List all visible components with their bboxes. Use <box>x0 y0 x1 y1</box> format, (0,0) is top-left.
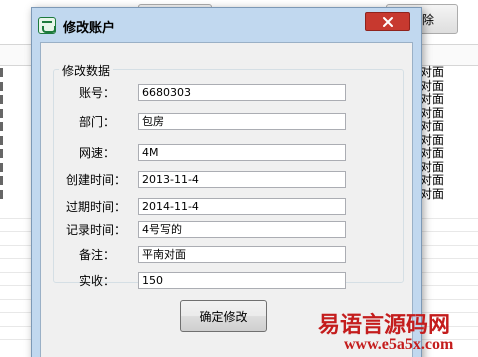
account-input[interactable]: 6680303 <box>138 84 346 101</box>
record-time-input[interactable]: 4号写的 <box>138 221 346 238</box>
record-time-label: 记录时间： <box>66 223 127 237</box>
confirm-edit-button[interactable]: 确定修改 <box>180 300 267 332</box>
row-cell-left <box>0 107 4 120</box>
account-label: 账号： <box>79 86 116 100</box>
row-cell-left <box>0 134 4 147</box>
speed-input[interactable]: 4M <box>138 144 346 161</box>
row-cell-left <box>0 161 4 174</box>
speed-label: 网速： <box>79 146 116 160</box>
groupbox-title: 修改数据 <box>59 62 114 79</box>
row-cell-left <box>0 147 4 160</box>
row-cell-left <box>0 66 4 79</box>
remark-label: 备注： <box>79 248 116 262</box>
row-cell-left <box>0 188 4 201</box>
row-cell-left <box>0 174 4 187</box>
watermark-text: 易语言源码网 <box>318 312 451 338</box>
department-input[interactable]: 包房 <box>138 113 346 130</box>
remark-input[interactable]: 平南对面 <box>138 246 346 263</box>
expire-time-input[interactable]: 2014-11-4 <box>138 198 346 215</box>
edit-account-dialog: 修改账户 修改数据 账号： 6680303 部门： 包房 网速： 4M 创建时间… <box>31 7 422 357</box>
amount-received-label: 实收： <box>79 274 116 288</box>
close-button[interactable] <box>365 12 410 31</box>
amount-received-input[interactable]: 150 <box>138 272 346 289</box>
department-label: 部门： <box>79 115 116 129</box>
row-cell-left <box>0 93 4 106</box>
row-cell-left <box>0 80 4 93</box>
dialog-titlebar[interactable]: 修改账户 <box>32 8 421 40</box>
app-icon <box>38 17 56 34</box>
dialog-title: 修改账户 <box>63 21 116 36</box>
expire-time-label: 过期时间： <box>66 200 127 214</box>
created-time-input[interactable]: 2013-11-4 <box>138 171 346 188</box>
watermark: 易语言源码网 www.e5a5x.com <box>310 307 478 357</box>
created-time-label: 创建时间： <box>66 173 127 187</box>
watermark-url: www.e5a5x.com <box>344 336 454 353</box>
row-cell-left <box>0 120 4 133</box>
close-icon <box>382 16 393 27</box>
